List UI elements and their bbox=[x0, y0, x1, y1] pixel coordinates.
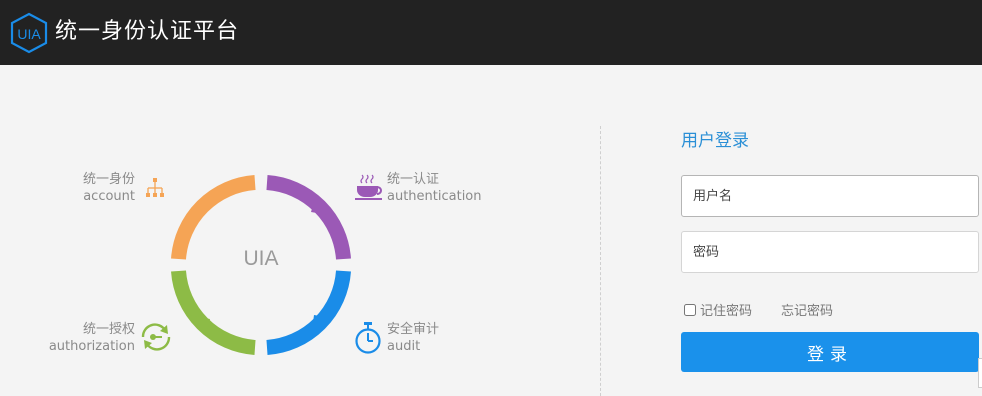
feature-authentication-subtitle: authentication bbox=[387, 189, 482, 204]
feature-account-subtitle: account bbox=[83, 189, 135, 204]
feature-authentication: 统一认证 authentication bbox=[387, 171, 507, 205]
feature-account: 统一身份 account bbox=[40, 171, 135, 205]
ring-center-label: UIA bbox=[243, 247, 279, 270]
org-chart-icon bbox=[146, 178, 164, 197]
logo-text: UIA bbox=[17, 26, 41, 42]
password-field[interactable] bbox=[681, 231, 979, 273]
feature-audit-title: 安全审计 bbox=[387, 322, 440, 337]
feature-audit: 安全审计 audit bbox=[387, 321, 507, 355]
ring-segment-authorization bbox=[171, 270, 256, 355]
section-divider bbox=[600, 126, 601, 396]
stopwatch-icon bbox=[355, 322, 381, 354]
corner-widget bbox=[978, 358, 982, 388]
login-title: 用户登录 bbox=[681, 131, 749, 151]
remember-password-checkbox[interactable] bbox=[684, 303, 696, 316]
arrow-audit bbox=[311, 315, 332, 338]
feature-authorization-title: 统一授权 bbox=[82, 322, 135, 337]
feature-account-title: 统一身份 bbox=[82, 172, 135, 187]
password-input[interactable] bbox=[682, 232, 978, 272]
coffee-cup-icon bbox=[355, 174, 382, 200]
top-bar: UIA 统一身份认证平台 bbox=[0, 0, 982, 65]
login-button[interactable]: 登录 bbox=[681, 332, 979, 372]
key-rotate-icon bbox=[141, 323, 171, 351]
remember-password-label: 记住密码 bbox=[700, 304, 753, 319]
username-input[interactable] bbox=[682, 176, 978, 216]
app-title: 统一身份认证平台 bbox=[55, 19, 240, 44]
username-field[interactable] bbox=[681, 175, 979, 217]
feature-authentication-title: 统一认证 bbox=[387, 172, 440, 187]
feature-authorization: 统一授权 authorization bbox=[20, 321, 135, 355]
feature-audit-subtitle: audit bbox=[387, 339, 421, 354]
remember-password[interactable]: 记住密码 bbox=[684, 300, 752, 319]
feature-authorization-subtitle: authorization bbox=[48, 339, 135, 354]
forgot-password-link[interactable]: 忘记密码 bbox=[781, 300, 833, 319]
ring-segment-audit bbox=[266, 270, 351, 355]
uia-logo-icon: UIA bbox=[10, 12, 48, 54]
